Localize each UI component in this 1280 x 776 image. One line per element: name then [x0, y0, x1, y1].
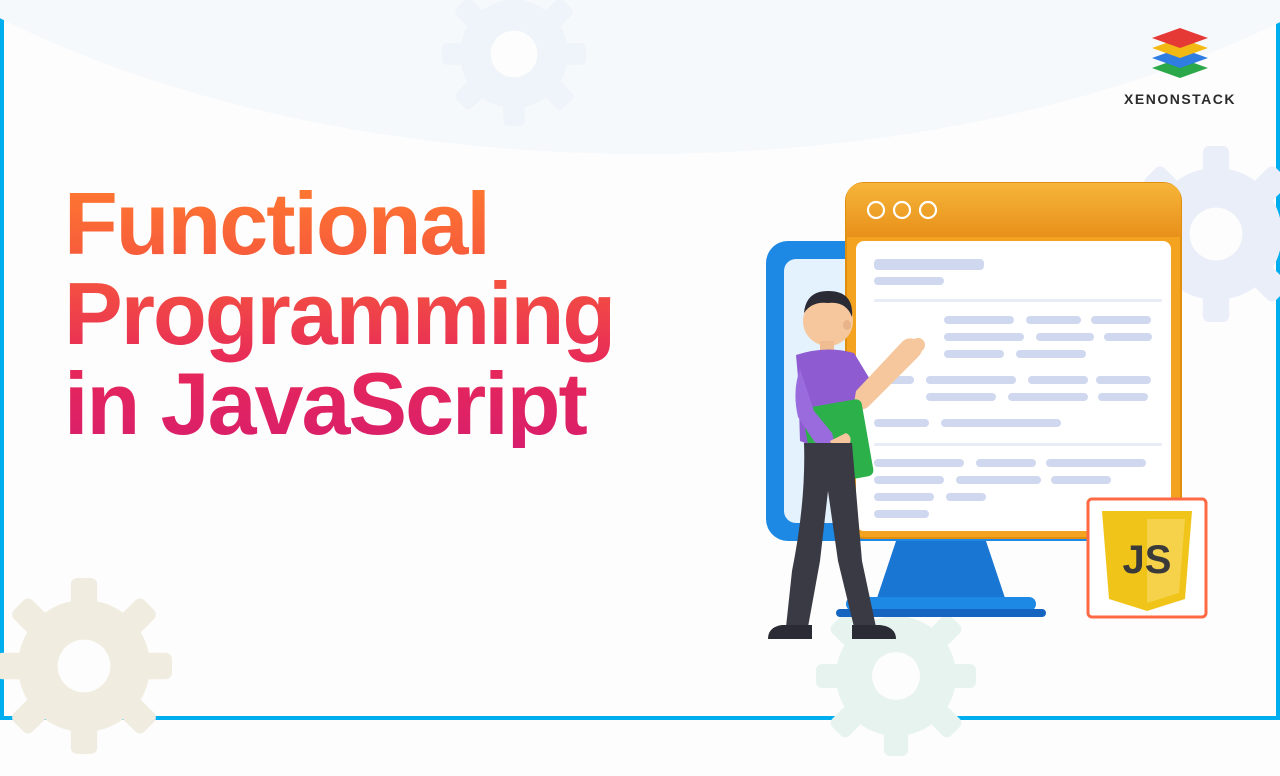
background-arc	[0, 0, 1280, 154]
gear-icon	[424, 0, 604, 144]
brand-logo-text: XENONSTACK	[1124, 91, 1236, 107]
page-title: FunctionalProgrammingin JavaScript	[64, 179, 614, 448]
gear-icon	[0, 556, 194, 776]
javascript-badge-label: JS	[1123, 538, 1172, 582]
hero-illustration: JS	[696, 141, 1216, 661]
javascript-badge-icon: JS	[1088, 499, 1206, 617]
brand-logo: XENONSTACK	[1124, 26, 1236, 107]
brand-logo-mark	[1149, 26, 1211, 87]
